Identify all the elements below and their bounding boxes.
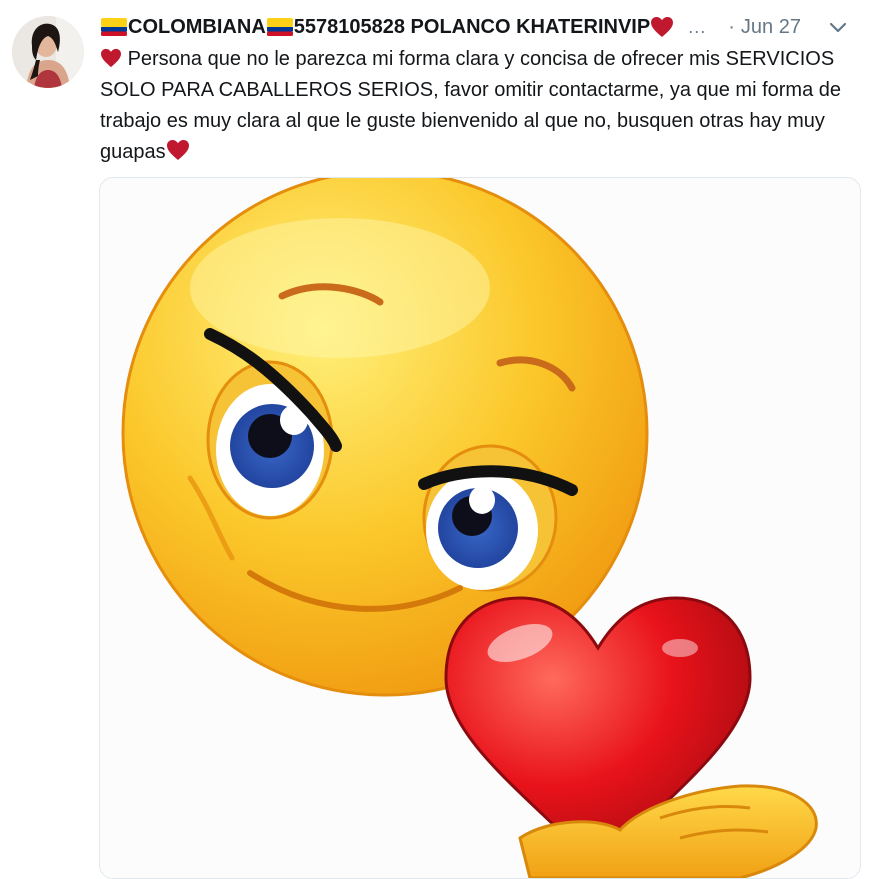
tweet-header: COLOMBIANA 5578105828 POLANCO KHATERINVI… [100,10,851,44]
display-name-part1: COLOMBIANA [128,15,266,38]
red-heart-icon [101,48,121,68]
tweet-media[interactable] [99,177,861,879]
profile-photo [12,16,84,88]
display-name-part2: 5578105828 POLANCO KHATERINVIP [293,15,651,38]
tweet-date[interactable]: Jun 27 [741,16,801,39]
red-heart-icon [651,17,674,37]
tweet-body: Persona que no le parezca mi forma clara… [100,48,842,163]
separator-dot: · [728,15,735,38]
tweet-text: Persona que no le parezca mi forma clara… [100,44,862,168]
name-truncation: ... [688,16,707,37]
colombia-flag-icon [266,18,293,36]
display-name[interactable]: COLOMBIANA 5578105828 POLANCO KHATERINVI… [100,16,674,39]
emoji-heart-image [100,178,860,878]
red-heart-icon [166,140,189,160]
colombia-flag-icon [101,18,127,36]
avatar[interactable] [12,16,84,88]
chevron-down-icon[interactable] [825,14,851,40]
